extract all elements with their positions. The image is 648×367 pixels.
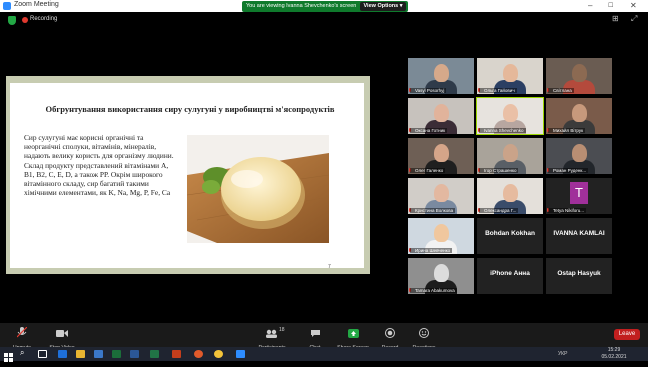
- participant-tile[interactable]: Михайл Вітрук: [546, 98, 612, 134]
- participant-tile[interactable]: Оксана Готник: [408, 98, 474, 134]
- participant-name: Ігор Страшенко: [479, 168, 519, 173]
- chat-bubble-icon: [310, 330, 320, 337]
- participant-name: Олег Галенко: [410, 168, 446, 173]
- participant-name: Vasyl Posorhyj: [410, 88, 447, 93]
- window-title: Zoom Meeting: [14, 1, 59, 8]
- viewing-notice: You are viewing Ivanna Shevchenko's scre…: [246, 3, 357, 9]
- leave-button[interactable]: Leave: [614, 329, 640, 340]
- zoom-logo-icon: [3, 2, 11, 10]
- slide-title: Обгрунтування використання сиру сулугуні…: [45, 104, 335, 114]
- minimize-button[interactable]: –: [588, 0, 592, 12]
- participant-name-display: Ostap Hasyuk: [557, 270, 601, 277]
- powerpoint-icon[interactable]: [172, 350, 181, 358]
- participant-name: Михайл Вітрук: [548, 128, 586, 133]
- file-explorer-icon[interactable]: [76, 350, 85, 358]
- participant-name-display: iPhone Анна: [490, 270, 530, 277]
- excel-icon[interactable]: [112, 350, 121, 358]
- participant-name: Tamara Abakumova: [410, 288, 457, 293]
- participant-initial-avatar: T: [570, 182, 588, 204]
- system-tray-language[interactable]: УКР: [558, 351, 567, 357]
- participant-tile[interactable]: Кристина Волкова: [408, 178, 474, 214]
- participant-tile[interactable]: Ольга Гайович: [477, 58, 543, 94]
- video-camera-icon: [56, 330, 68, 337]
- excel-app-icon[interactable]: [150, 350, 159, 358]
- outlook-icon[interactable]: [130, 350, 139, 358]
- recording-label: Recording: [30, 16, 58, 22]
- clock-date: 05.02.2021: [601, 354, 627, 360]
- participant-name: Олександра Г...: [479, 208, 519, 213]
- participant-name-display: Bohdan Kokhan: [485, 230, 535, 237]
- participant-tile[interactable]: Ирина Шевченко: [408, 218, 474, 254]
- participant-tile[interactable]: Роман Руденк...: [546, 138, 612, 174]
- participant-tile[interactable]: Bohdan Kokhan: [477, 218, 543, 254]
- clock-time: 15:29: [607, 347, 621, 353]
- cheese-photo: [187, 135, 329, 243]
- participant-tile[interactable]: Світлана: [546, 58, 612, 94]
- participants-count: 18: [279, 327, 285, 333]
- participant-name: Кристина Волкова: [410, 208, 456, 213]
- participant-tile[interactable]: IVANNA KAMLAI: [546, 218, 612, 254]
- gallery-layout-icon[interactable]: ⊞: [612, 14, 619, 23]
- participants-icon: [266, 329, 277, 338]
- participant-tile[interactable]: Vasyl Posorhyj: [408, 58, 474, 94]
- participant-tile[interactable]: T Tetya Nikiforu...: [546, 178, 612, 214]
- participant-tile[interactable]: Олександра Г...: [477, 178, 543, 214]
- security-shield-icon[interactable]: [8, 16, 16, 25]
- participant-tile[interactable]: Ігор Страшенко: [477, 138, 543, 174]
- screen-share-banner: You are viewing Ivanna Shevchenko's scre…: [242, 1, 408, 12]
- participant-name: Ирина Шевченко: [410, 248, 453, 253]
- slide-page-number: 7: [328, 264, 331, 270]
- edge-icon[interactable]: [58, 350, 67, 358]
- participant-name: Ivanna Shevchenko: [479, 128, 526, 133]
- share-screen-icon: [347, 329, 359, 338]
- firefox-icon[interactable]: [194, 350, 203, 358]
- participant-tile[interactable]: Олег Галенко: [408, 138, 474, 174]
- windows-start-icon[interactable]: [4, 349, 13, 362]
- chrome-icon[interactable]: [214, 350, 223, 358]
- recording-icon: [22, 17, 28, 23]
- participant-name: Роман Руденк...: [548, 168, 589, 173]
- search-icon[interactable]: ⌕: [20, 348, 24, 358]
- participant-name: Tetya Nikiforu...: [548, 208, 587, 213]
- view-options-button[interactable]: View Options ▾: [360, 2, 406, 11]
- participant-name: Ольга Гайович: [479, 88, 517, 93]
- maximize-button[interactable]: ☐: [608, 0, 613, 12]
- smiley-icon: [419, 328, 429, 338]
- participant-tile[interactable]: Tamara Abakumova: [408, 258, 474, 294]
- slide-body-text: Сир сулугуні має корисні органічні та не…: [24, 133, 174, 198]
- participant-tile[interactable]: iPhone Анна: [477, 258, 543, 294]
- muted-microphone-icon: [16, 326, 28, 338]
- participant-name: Оксана Готник: [410, 128, 448, 133]
- fullscreen-icon[interactable]: ⤢: [631, 14, 637, 24]
- participant-name: Світлана: [548, 88, 574, 93]
- participant-name-display: IVANNA KAMLAI: [553, 230, 605, 237]
- participant-tile-active-speaker[interactable]: Ivanna Shevchenko: [476, 97, 544, 135]
- participant-tile[interactable]: Ostap Hasyuk: [546, 258, 612, 294]
- task-view-icon[interactable]: [38, 350, 47, 358]
- record-icon: [385, 328, 395, 338]
- taskbar-clock[interactable]: 15:29 05.02.2021: [600, 347, 628, 361]
- close-button[interactable]: ✕: [630, 0, 637, 12]
- store-icon[interactable]: [94, 350, 103, 358]
- zoom-taskbar-icon[interactable]: [236, 350, 245, 358]
